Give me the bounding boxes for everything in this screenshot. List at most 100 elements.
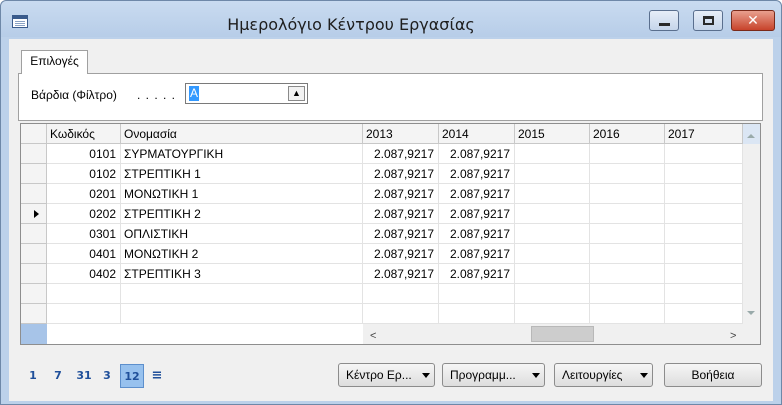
y2015-cell[interactable] <box>515 164 590 184</box>
y2014-cell[interactable]: 2.087,9217 <box>439 144 515 164</box>
y2016-cell[interactable] <box>590 244 665 264</box>
table-row[interactable]: 0201 ΜΟΝΩΤΙΚΗ 1 2.087,9217 2.087,9217 <box>21 184 743 204</box>
y2013-cell[interactable]: 2.087,9217 <box>363 224 439 244</box>
code-cell[interactable] <box>47 284 121 304</box>
code-cell[interactable]: 0201 <box>47 184 121 204</box>
name-cell[interactable]: ΣΤΡΕΠΤΙΚΗ 2 <box>121 204 363 224</box>
name-cell[interactable]: ΣΤΡΕΠΤΙΚΗ 3 <box>121 264 363 284</box>
name-cell[interactable]: ΜΟΝΩΤΙΚΗ 2 <box>121 244 363 264</box>
table-row[interactable]: 0101 ΣΥΡΜΑΤΟΥΡΓΙΚΗ 2.087,9217 2.087,9217 <box>21 144 743 164</box>
y2017-cell[interactable] <box>665 304 743 324</box>
name-cell[interactable]: ΜΟΝΩΤΙΚΗ 1 <box>121 184 363 204</box>
y2017-cell[interactable] <box>665 184 743 204</box>
header-2017[interactable]: 2017 <box>665 124 743 144</box>
name-cell[interactable]: ΣΤΡΕΠΤΙΚΗ 1 <box>121 164 363 184</box>
scroll-left-icon[interactable]: < <box>370 330 376 342</box>
work-center-button[interactable]: Κέντρο Ερ... <box>338 363 435 387</box>
row-selector[interactable] <box>21 144 47 164</box>
y2015-cell[interactable] <box>515 144 590 164</box>
header-2015[interactable]: 2015 <box>515 124 590 144</box>
y2013-cell[interactable] <box>363 284 439 304</box>
close-button[interactable]: ✕ <box>731 10 775 31</box>
code-cell[interactable]: 0202 <box>47 204 121 224</box>
empty-table-row[interactable] <box>21 304 743 324</box>
y2013-cell[interactable]: 2.087,9217 <box>363 164 439 184</box>
header-2016[interactable]: 2016 <box>590 124 665 144</box>
code-cell[interactable]: 0402 <box>47 264 121 284</box>
programs-button[interactable]: Προγραμμ... <box>442 363 545 387</box>
y2017-cell[interactable] <box>665 164 743 184</box>
code-cell[interactable]: 0101 <box>47 144 121 164</box>
pager-item-31[interactable]: 31 <box>73 364 95 388</box>
table-row[interactable]: 0401 ΜΟΝΩΤΙΚΗ 2 2.087,9217 2.087,9217 <box>21 244 743 264</box>
scroll-up-button[interactable] <box>743 124 760 144</box>
row-selector[interactable] <box>21 304 47 324</box>
y2016-cell[interactable] <box>590 184 665 204</box>
pager-item-7[interactable]: 7 <box>50 364 66 388</box>
pager-item-1[interactable]: 1 <box>25 364 41 388</box>
y2013-cell[interactable]: 2.087,9217 <box>363 204 439 224</box>
y2014-cell[interactable]: 2.087,9217 <box>439 184 515 204</box>
y2016-cell[interactable] <box>590 284 665 304</box>
y2014-cell[interactable]: 2.087,9217 <box>439 164 515 184</box>
y2015-cell[interactable] <box>515 184 590 204</box>
shift-filter-value[interactable]: A <box>189 86 200 101</box>
row-selector[interactable] <box>21 164 47 184</box>
y2013-cell[interactable]: 2.087,9217 <box>363 244 439 264</box>
header-2013[interactable]: 2013 <box>363 124 439 144</box>
y2017-cell[interactable] <box>665 244 743 264</box>
row-selector[interactable] <box>21 204 47 224</box>
vertical-scrollbar[interactable] <box>743 124 760 324</box>
pager-menu-icon[interactable]: ≡ <box>149 364 165 388</box>
y2015-cell[interactable] <box>515 224 590 244</box>
y2015-cell[interactable] <box>515 304 590 324</box>
y2014-cell[interactable]: 2.087,9217 <box>439 264 515 284</box>
y2014-cell[interactable] <box>439 284 515 304</box>
y2014-cell[interactable] <box>439 304 515 324</box>
y2015-cell[interactable] <box>515 284 590 304</box>
shift-filter-field[interactable]: A ▲ <box>185 83 308 104</box>
header-name[interactable]: Ονομασία <box>121 124 363 144</box>
help-button[interactable]: Βοήθεια <box>664 363 762 387</box>
title-bar[interactable]: Ημερολόγιο Κέντρου Εργασίας ✕ <box>1 1 781 37</box>
tab-options[interactable]: Επιλογές <box>21 50 88 74</box>
name-cell[interactable]: ΣΥΡΜΑΤΟΥΡΓΙΚΗ <box>121 144 363 164</box>
row-selector[interactable] <box>21 224 47 244</box>
horizontal-scrollbar[interactable]: < > <box>363 324 743 344</box>
empty-table-row[interactable] <box>21 284 743 304</box>
row-selector[interactable] <box>21 244 47 264</box>
pager-item-3[interactable]: 3 <box>99 364 115 388</box>
y2016-cell[interactable] <box>590 304 665 324</box>
minimize-button[interactable] <box>649 10 679 31</box>
row-selector[interactable] <box>21 284 47 304</box>
code-cell[interactable] <box>47 304 121 324</box>
row-selector[interactable] <box>21 264 47 284</box>
pager-item-12[interactable]: 12 <box>120 364 144 388</box>
scroll-down-icon[interactable] <box>747 311 755 315</box>
y2017-cell[interactable] <box>665 264 743 284</box>
scroll-right-icon[interactable]: > <box>730 330 736 342</box>
table-row[interactable]: 0202 ΣΤΡΕΠΤΙΚΗ 2 2.087,9217 2.087,9217 <box>21 204 743 224</box>
table-row[interactable]: 0102 ΣΤΡΕΠΤΙΚΗ 1 2.087,9217 2.087,9217 <box>21 164 743 184</box>
horizontal-scroll-thumb[interactable] <box>531 326 594 342</box>
y2014-cell[interactable]: 2.087,9217 <box>439 204 515 224</box>
name-cell[interactable] <box>121 284 363 304</box>
y2016-cell[interactable] <box>590 264 665 284</box>
y2017-cell[interactable] <box>665 204 743 224</box>
y2013-cell[interactable]: 2.087,9217 <box>363 144 439 164</box>
code-cell[interactable]: 0401 <box>47 244 121 264</box>
code-cell[interactable]: 0102 <box>47 164 121 184</box>
maximize-button[interactable] <box>693 10 723 31</box>
name-cell[interactable]: ΟΠΛΙΣΤΙΚΗ <box>121 224 363 244</box>
filter-lookup-button[interactable]: ▲ <box>288 86 305 101</box>
table-row[interactable]: 0402 ΣΤΡΕΠΤΙΚΗ 3 2.087,9217 2.087,9217 <box>21 264 743 284</box>
y2017-cell[interactable] <box>665 224 743 244</box>
header-code[interactable]: Κωδικός <box>47 124 121 144</box>
y2013-cell[interactable] <box>363 304 439 324</box>
y2015-cell[interactable] <box>515 204 590 224</box>
y2016-cell[interactable] <box>590 164 665 184</box>
header-selector[interactable] <box>21 124 47 144</box>
y2016-cell[interactable] <box>590 204 665 224</box>
name-cell[interactable] <box>121 304 363 324</box>
y2015-cell[interactable] <box>515 264 590 284</box>
